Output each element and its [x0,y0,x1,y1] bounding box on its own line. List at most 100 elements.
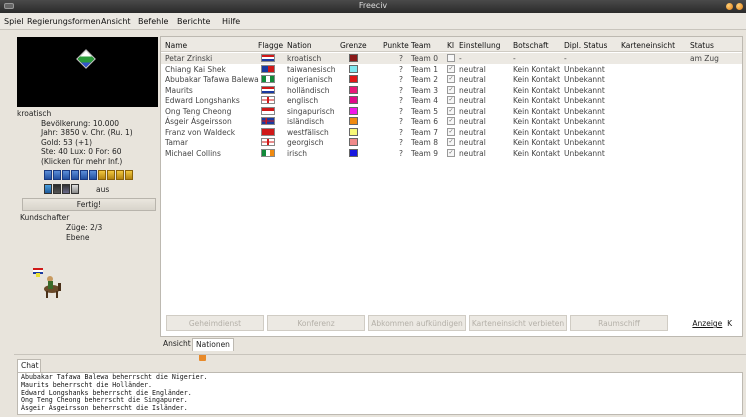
window-title: Freeciv [358,1,388,10]
ai-checkbox[interactable]: ✓ [447,117,455,125]
border-color-swatch [349,138,358,146]
player-score: ? [399,106,403,116]
col-attitude[interactable]: Einstellung [459,41,500,50]
ai-checkbox[interactable]: ✓ [447,106,455,115]
player-attitude: neutral [459,85,486,95]
ai-checkbox[interactable]: ✓ [447,96,455,104]
player-score: ? [399,127,403,137]
ai-checkbox[interactable]: ✓ [447,127,455,136]
player-score: ? [399,54,403,63]
col-embassy[interactable]: Botschaft [513,41,549,50]
menu-befehle[interactable]: Befehle [138,17,168,26]
player-name: Petar Zrinski [165,54,213,63]
player-diplomacy: Unbekannt [564,64,605,74]
player-attitude: neutral [459,117,486,126]
gold-coin-icon[interactable] [98,170,106,180]
player-score: ? [399,96,403,105]
table-row[interactable]: Edward Longshanks englisch? Team 4 ✓ neutral… [161,95,742,106]
pane-divider[interactable] [14,354,746,355]
ai-checkbox[interactable]: ✓ [447,85,455,94]
col-flag[interactable]: Flagge [258,41,283,50]
border-color-swatch [349,54,358,62]
menu-ansicht[interactable]: Ansicht [101,17,131,26]
science-icon[interactable] [80,170,88,180]
table-row[interactable]: Ong Teng Cheong singapurisch? Team 5 ✓ neutr… [161,106,742,117]
player-embassy: Kein Kontakt [513,148,561,158]
player-team: Team 3 [411,85,438,95]
chat-log[interactable]: Abubakar Tafawa Balewa beherrscht die Ni… [17,372,743,415]
ai-checkbox[interactable]: ✓ [447,138,455,146]
table-row[interactable]: Chiang Kai Shek taiwanesisch? Team 1 ✓ neutr… [161,64,742,75]
intelligence-button[interactable]: Geheimdienst [166,315,264,331]
table-row[interactable]: Franz von Waldeck westfälisch? Team 7 ✓ neut… [161,127,742,138]
menu-hilfe[interactable]: Hilfe [222,17,240,26]
col-status[interactable]: Status [690,41,714,50]
meeting-button[interactable]: Konferenz [267,315,365,331]
science-icon[interactable] [62,170,70,180]
col-vision[interactable]: Karteneinsicht [621,41,675,50]
player-diplomacy: Unbekannt [564,117,605,126]
science-icon[interactable] [89,170,97,180]
player-diplomacy: Unbekannt [564,106,605,116]
player-embassy: Kein Kontakt [513,96,561,105]
player-diplomacy: Unbekannt [564,127,605,137]
ai-checkbox[interactable]: ✓ [447,64,455,73]
close-icon[interactable] [736,3,743,10]
gold-text: Gold: 53 (+1) [41,137,92,147]
col-score[interactable]: Punkte [383,41,409,50]
gold-coin-icon[interactable] [125,170,133,180]
nuclear-winter-icon [62,184,70,194]
table-row[interactable]: Petar Zrinski kroatisch? Team 0 - - - am Zug [161,53,742,64]
diplomacy-button-bar: Geheimdienst Konferenz Abkommen aufkündi… [161,314,742,334]
science-icon[interactable] [71,170,79,180]
government-icon [71,184,79,194]
tab-chat[interactable]: Chat [17,359,41,372]
ai-checkbox[interactable]: ✓ [447,148,455,157]
tab-nations[interactable]: Nationen [192,338,234,361]
menu-berichte[interactable]: Berichte [177,17,210,26]
player-nation: nigerianisch [287,75,333,84]
menu-regierungsformen[interactable]: Regierungsformen [27,17,101,26]
show-overflow-label: K [727,319,732,328]
minimap[interactable] [17,37,158,107]
tax-rate-bar[interactable] [44,170,133,180]
science-icon[interactable] [44,170,52,180]
table-row[interactable]: Michael Collins irisch? Team 9 ✓ neutral Kein… [161,148,742,159]
withdraw-vision-button[interactable]: Karteneinsicht verbieten [469,315,567,331]
col-border[interactable]: Grenze [340,41,367,50]
nation-name: kroatisch [17,109,52,118]
flag-westphalia-icon [261,127,275,136]
info-panel[interactable]: kroatisch Bevölkerung: 10.000 Jahr: 3850… [17,109,158,166]
col-name[interactable]: Name [165,41,187,50]
show-menu-button[interactable]: Anzeige K [692,319,732,328]
flag-netherlands-icon [261,85,275,94]
turn-done-button[interactable]: Fertig! [22,198,156,211]
player-embassy: Kein Kontakt [513,138,561,147]
col-diplomacy[interactable]: Dipl. Status [564,41,607,50]
spaceship-button[interactable]: Raumschiff [570,315,668,331]
menu-spiel[interactable]: Spiel [4,17,24,26]
explorer-unit-icon[interactable] [30,265,66,301]
ai-checkbox[interactable]: ✓ [447,75,455,83]
col-nation[interactable]: Nation [287,41,312,50]
gold-coin-icon[interactable] [107,170,115,180]
player-name: Tamar [165,138,188,147]
population-text: Bevölkerung: 10.000 [41,118,120,128]
player-attitude: neutral [459,148,486,158]
col-ai[interactable]: KI [447,41,454,50]
table-row[interactable]: Maurits holländisch? Team 3 ✓ neutral Kein Ko… [161,85,742,96]
table-row[interactable]: Ásgeir Ásgeirsson isländisch? Team 6 ✓ neutr… [161,116,742,127]
player-attitude: neutral [459,138,486,147]
tab-view[interactable]: Ansicht [160,338,194,351]
table-row[interactable]: Tamar georgisch? Team 8 ✓ neutral Kein Kontak… [161,137,742,148]
border-color-swatch [349,127,358,136]
cancel-treaty-button[interactable]: Abkommen aufkündigen [368,315,466,331]
science-icon[interactable] [53,170,61,180]
indicator-icons [44,184,79,194]
minimize-icon[interactable] [726,3,733,10]
col-team[interactable]: Team [411,41,431,50]
player-score: ? [399,64,403,74]
table-row[interactable]: Abubakar Tafawa Balewa nigerianisch? Team … [161,74,742,85]
gold-coin-icon[interactable] [116,170,124,180]
ai-checkbox[interactable] [447,54,455,62]
